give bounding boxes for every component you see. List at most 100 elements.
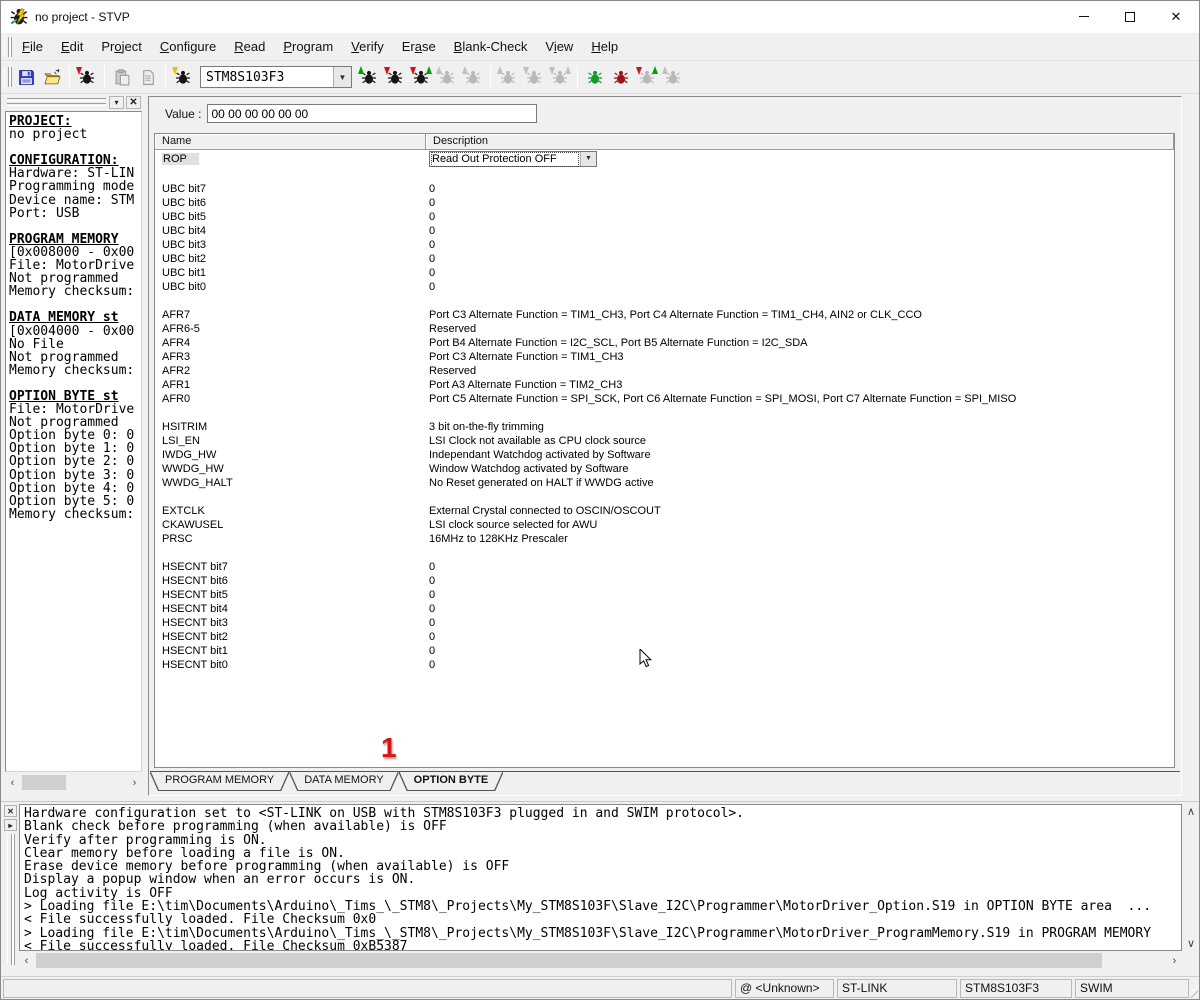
option-row-hsecnt-bit6[interactable]: HSECNT bit6 0 [155, 574, 1174, 588]
option-row-extclk[interactable]: EXTCLK External Crystal connected to OSCI… [155, 504, 1174, 518]
program-active-sectors-button[interactable] [522, 65, 546, 89]
device-combobox-dropdown-button[interactable]: ▼ [333, 67, 351, 87]
option-row-afr3[interactable]: AFR3 Port C3 Alternate Function = TIM1_CH… [155, 350, 1174, 364]
option-row-ubc-bit2[interactable]: UBC bit2 0 [155, 252, 1174, 266]
toolbar-grip[interactable] [4, 67, 9, 87]
program-all-tabs-button[interactable] [609, 65, 633, 89]
menu-program[interactable]: Program [274, 33, 342, 61]
scroll-right-icon[interactable]: › [127, 775, 142, 790]
option-row-lsi-en[interactable]: LSI_EN LSI Clock not available as CPU clo… [155, 434, 1174, 448]
option-row-ubc-bit6[interactable]: UBC bit6 0 [155, 196, 1174, 210]
sidebar-horizontal-scrollbar[interactable]: ‹ › [5, 774, 142, 791]
select-device-button[interactable] [171, 65, 195, 89]
scroll-up-icon[interactable]: ∧ [1183, 804, 1199, 819]
program-current-tab-button[interactable] [383, 65, 407, 89]
dock-menu-button[interactable]: ▾ [109, 96, 124, 109]
option-row-ubc-bit5[interactable]: UBC bit5 0 [155, 210, 1174, 224]
option-row-iwdg-hw[interactable]: IWDG_HW Independant Watchdog activated by… [155, 448, 1174, 462]
dock-close-button[interactable]: ✕ [126, 96, 141, 109]
dock-panel-header[interactable]: ▾ ✕ [5, 96, 142, 110]
option-row-hsecnt-bit1[interactable]: HSECNT bit1 0 [155, 644, 1174, 658]
menu-view[interactable]: View [536, 33, 582, 61]
menubar-grip[interactable] [4, 36, 9, 57]
blank-check-all-button[interactable] [661, 65, 685, 89]
option-row-ubc-bit4[interactable]: UBC bit4 0 [155, 224, 1174, 238]
option-row-ckawusel[interactable]: CKAWUSEL LSI clock source selected for AW… [155, 518, 1174, 532]
log-close-button[interactable]: ✕ [4, 805, 17, 817]
option-row-afr7[interactable]: AFR7 Port C3 Alternate Function = TIM1_CH… [155, 308, 1174, 322]
log-line: Hardware configuration set to <ST-LINK o… [24, 806, 745, 821]
option-row-hsecnt-bit0[interactable]: HSECNT bit0 0 [155, 658, 1174, 672]
option-row-ubc-bit1[interactable]: UBC bit1 0 [155, 266, 1174, 280]
menu-blank-check[interactable]: Blank-Check [445, 33, 537, 61]
blank-check-current-tab-button[interactable] [461, 65, 485, 89]
menu-project[interactable]: Project [92, 33, 150, 61]
log-horizontal-scrollbar[interactable]: ‹ › [19, 952, 1182, 969]
program-current-auto-button[interactable] [75, 65, 99, 89]
rop-combobox[interactable]: Read Out Protection OFF ▼ [429, 151, 597, 167]
status-segment-st-link: ST-LINK [837, 979, 957, 998]
scrollbar-thumb[interactable] [22, 775, 66, 790]
scroll-left-icon[interactable]: ‹ [5, 775, 20, 790]
log-grip[interactable] [7, 834, 12, 965]
maximize-button[interactable] [1107, 1, 1153, 32]
menu-configure[interactable]: Configure [151, 33, 225, 61]
option-row-wwdg-hw[interactable]: WWDG_HW Window Watchdog activated by Soft… [155, 462, 1174, 476]
status-bar: @ <Unknown> ST-LINK STM8S103F3 SWIM [1, 976, 1199, 999]
column-header-description[interactable]: Description [426, 134, 1174, 150]
option-row-afr2[interactable]: AFR2 Reserved [155, 364, 1174, 378]
open-button[interactable] [40, 65, 64, 89]
log-vertical-scrollbar[interactable]: ∧ ∨ [1183, 804, 1199, 951]
sidebar-line: Memory checksum: [9, 284, 135, 300]
rop-combobox-dropdown-button[interactable]: ▼ [580, 152, 596, 166]
read-all-tabs-button[interactable] [583, 65, 607, 89]
menu-file[interactable]: File [13, 33, 52, 61]
tab-data-memory[interactable]: DATA MEMORY [290, 772, 397, 790]
option-row-afr0[interactable]: AFR0 Port C5 Alternate Function = SPI_SCK… [155, 392, 1174, 406]
menu-erase[interactable]: Erase [393, 33, 445, 61]
option-row-hsecnt-bit3[interactable]: HSECNT bit3 0 [155, 616, 1174, 630]
view-file-button[interactable] [136, 65, 160, 89]
device-combobox[interactable]: STM8S103F3 ▼ [200, 66, 352, 88]
option-row-hsitrim[interactable]: HSITRIM 3 bit on-the-fly trimming [155, 420, 1174, 434]
scrollbar-thumb[interactable] [36, 953, 1102, 968]
option-row-prsc[interactable]: PRSC 16MHz to 128KHz Prescaler [155, 532, 1174, 546]
log-popout-button[interactable]: ▸ [4, 819, 17, 831]
verify-current-tab-button[interactable] [409, 65, 433, 89]
option-row-wwdg-halt[interactable]: WWDG_HALT No Reset generated on HALT if W… [155, 476, 1174, 490]
column-header-name[interactable]: Name [155, 134, 426, 150]
read-current-tab-button[interactable] [357, 65, 381, 89]
sidebar-line: Memory checksum: [9, 362, 135, 378]
scroll-down-icon[interactable]: ∨ [1183, 936, 1199, 951]
menu-read[interactable]: Read [225, 33, 274, 61]
option-row-afr1[interactable]: AFR1 Port A3 Alternate Function = TIM2_CH… [155, 378, 1174, 392]
tab-program-memory[interactable]: PROGRAM MEMORY [151, 772, 288, 790]
option-row-ubc-bit3[interactable]: UBC bit3 0 [155, 238, 1174, 252]
dock-grip[interactable] [7, 103, 106, 106]
tab-option-byte[interactable]: OPTION BYTE [400, 772, 503, 790]
save-button[interactable] [14, 65, 38, 89]
option-row-ubc-bit7[interactable]: UBC bit7 0 [155, 182, 1174, 196]
paste-button[interactable] [110, 65, 134, 89]
option-row-afr4[interactable]: AFR4 Port B4 Alternate Function = I2C_SCL… [155, 336, 1174, 350]
close-button[interactable]: ✕ [1153, 1, 1199, 32]
option-row-ubc-bit0[interactable]: UBC bit0 0 [155, 280, 1174, 294]
option-row-hsecnt-bit5[interactable]: HSECNT bit5 0 [155, 588, 1174, 602]
menu-verify[interactable]: Verify [342, 33, 393, 61]
option-row-hsecnt-bit2[interactable]: HSECNT bit2 0 [155, 630, 1174, 644]
menu-help[interactable]: Help [582, 33, 627, 61]
erase-current-tab-button[interactable] [435, 65, 459, 89]
scroll-right-icon[interactable]: › [1167, 953, 1182, 968]
value-input[interactable] [207, 104, 538, 123]
read-active-sectors-button[interactable] [496, 65, 520, 89]
scroll-left-icon[interactable]: ‹ [19, 953, 34, 968]
verify-active-sectors-button[interactable] [548, 65, 572, 89]
option-row-rop[interactable]: ROP Read Out Protection OFF ▼ [155, 150, 1174, 168]
option-row-afr6-5[interactable]: AFR6-5 Reserved [155, 322, 1174, 336]
menu-edit[interactable]: Edit [52, 33, 92, 61]
verify-all-tabs-button[interactable] [635, 65, 659, 89]
option-row-hsecnt-bit4[interactable]: HSECNT bit4 0 [155, 602, 1174, 616]
option-row-hsecnt-bit7[interactable]: HSECNT bit7 0 [155, 560, 1174, 574]
minimize-button[interactable] [1061, 1, 1107, 32]
dock-grip[interactable] [7, 98, 106, 101]
